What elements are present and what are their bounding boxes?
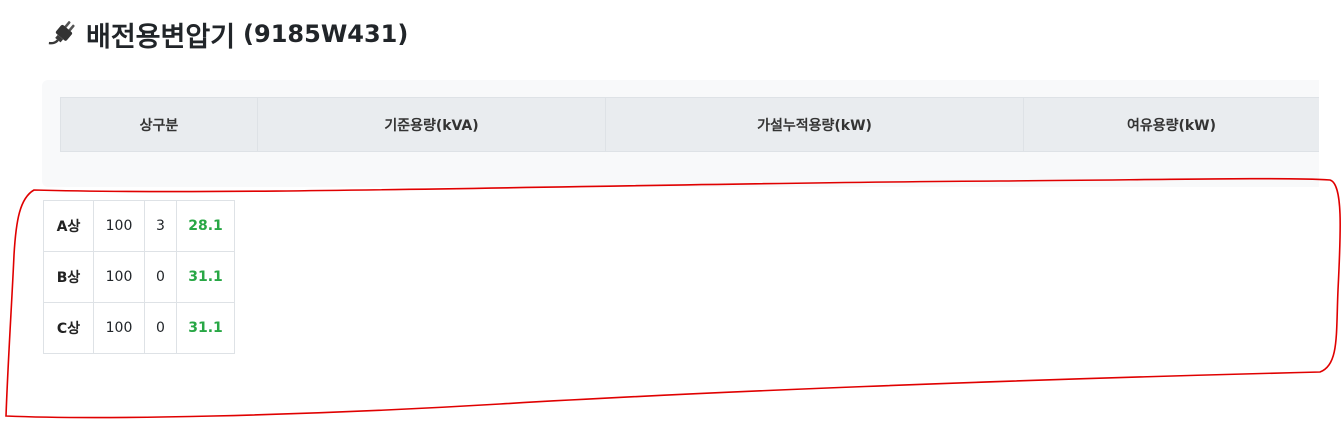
column-header-base-capacity: 기준용량(kVA) xyxy=(257,97,606,152)
table-row: C상 100 0 31.1 xyxy=(43,302,235,354)
table-row: B상 100 0 31.1 xyxy=(43,251,235,303)
capacity-data-table: A상 100 3 28.1 B상 100 0 31.1 C상 100 0 31.… xyxy=(43,200,235,354)
available-capacity-cell: 31.1 xyxy=(176,302,235,354)
phase-cell: B상 xyxy=(43,251,94,303)
accumulated-capacity-cell: 0 xyxy=(144,251,177,303)
accumulated-capacity-cell: 3 xyxy=(144,200,177,252)
page-title: 배전용변압기 (9185W431) xyxy=(46,12,408,56)
available-capacity-cell: 31.1 xyxy=(176,251,235,303)
table-row: A상 100 3 28.1 xyxy=(43,200,235,252)
column-header-available-capacity: 여유용량(kW) xyxy=(1023,97,1319,152)
column-header-phase: 상구분 xyxy=(60,97,258,152)
column-header-accumulated-capacity: 가설누적용량(kW) xyxy=(605,97,1024,152)
equipment-code: (9185W431) xyxy=(243,20,409,48)
phase-cell: C상 xyxy=(43,302,94,354)
capacity-header-table: 상구분 기준용량(kVA) 가설누적용량(kW) 여유용량(kW) xyxy=(60,97,1319,152)
capacity-header-card: 상구분 기준용량(kVA) 가설누적용량(kW) 여유용량(kW) xyxy=(42,80,1319,187)
accumulated-capacity-cell: 0 xyxy=(144,302,177,354)
base-capacity-cell: 100 xyxy=(93,200,145,252)
base-capacity-cell: 100 xyxy=(93,302,145,354)
plug-icon xyxy=(46,17,80,51)
equipment-name: 배전용변압기 xyxy=(86,21,236,53)
base-capacity-cell: 100 xyxy=(93,251,145,303)
available-capacity-cell: 28.1 xyxy=(176,200,235,252)
phase-cell: A상 xyxy=(43,200,94,252)
